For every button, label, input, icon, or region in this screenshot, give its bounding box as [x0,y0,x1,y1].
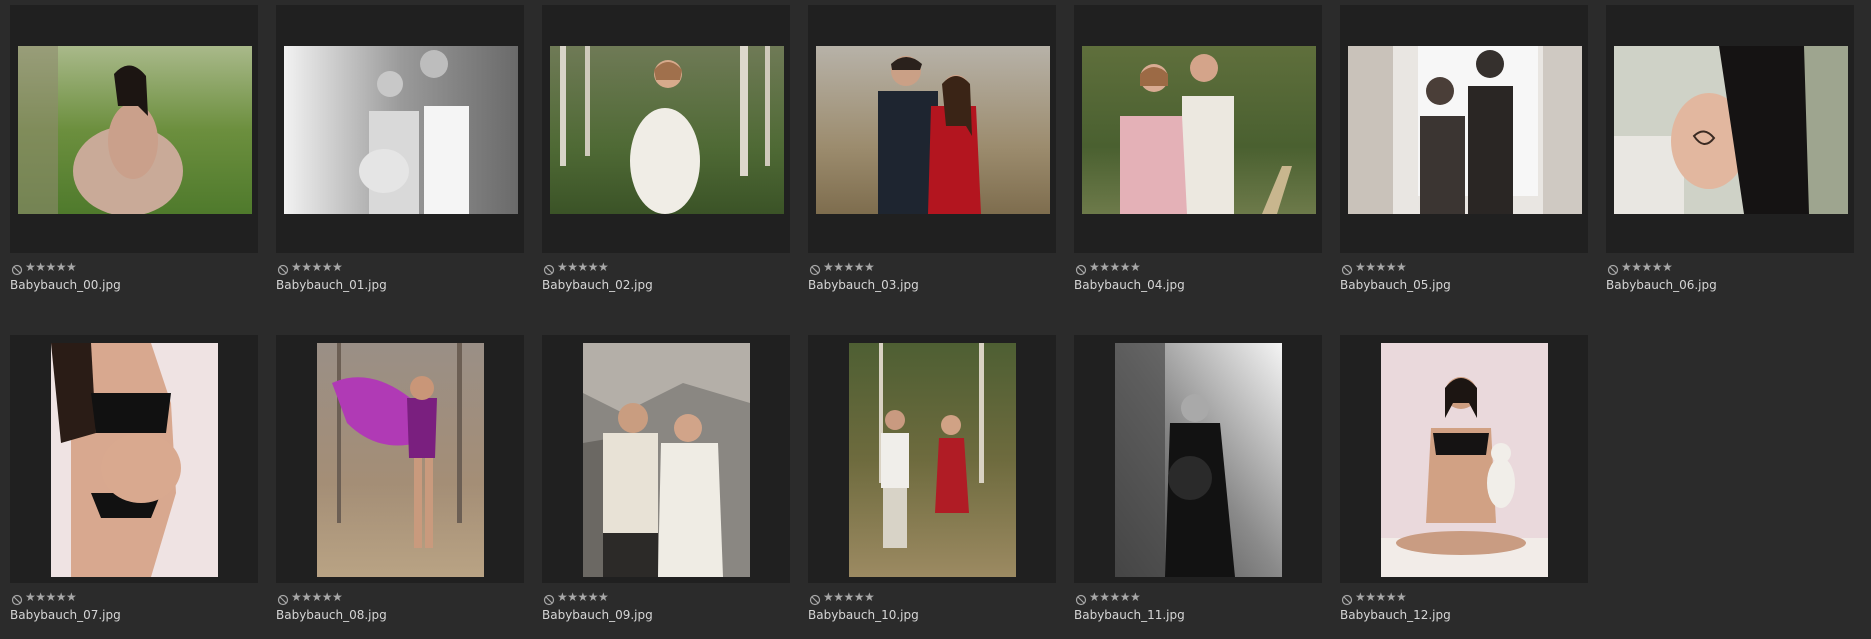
filename-label: Babybauch_09.jpg [542,608,653,622]
thumbnail-item[interactable]: ★★★★★ Babybauch_02.jpg [541,5,807,293]
photo-thumbnail[interactable] [1348,46,1582,214]
photo-thumbnail[interactable] [317,343,484,577]
reject-icon[interactable] [809,261,821,276]
photo-thumbnail[interactable] [51,343,218,577]
thumbnail-item[interactable]: ★★★★★ Babybauch_12.jpg [1339,335,1605,623]
photo-thumbnail[interactable] [284,46,518,214]
filename-label: Babybauch_08.jpg [276,608,387,622]
thumbnail-item[interactable]: ★★★★★ Babybauch_09.jpg [541,335,807,623]
rating-row: ★★★★★ [275,589,541,606]
rating-row: ★★★★★ [1339,259,1605,276]
star-rating[interactable]: ★★★★★ [557,261,609,273]
reject-icon[interactable] [11,591,23,606]
filename-label: Babybauch_07.jpg [10,608,121,622]
filename-label: Babybauch_11.jpg [1074,608,1185,622]
filename-label: Babybauch_01.jpg [276,278,387,292]
photo-thumbnail[interactable] [1115,343,1282,577]
star-rating[interactable]: ★★★★★ [25,261,77,273]
thumbnail-item[interactable]: ★★★★★ Babybauch_00.jpg [9,5,275,293]
filename-label: Babybauch_12.jpg [1340,608,1451,622]
photo-thumbnail[interactable] [18,46,252,214]
photo-thumbnail[interactable] [1614,46,1848,214]
filename-label: Babybauch_05.jpg [1340,278,1451,292]
rating-row: ★★★★★ [541,259,807,276]
thumbnail-item[interactable]: ★★★★★ Babybauch_04.jpg [1073,5,1339,293]
reject-icon[interactable] [1075,591,1087,606]
thumbnail-frame[interactable] [808,5,1056,253]
star-rating[interactable]: ★★★★★ [1089,261,1141,273]
thumbnail-frame[interactable] [1340,5,1588,253]
photo-thumbnail[interactable] [583,343,750,577]
thumbnail-item[interactable]: ★★★★★ Babybauch_10.jpg [807,335,1073,623]
thumbnail-item[interactable]: ★★★★★ Babybauch_08.jpg [275,335,541,623]
rating-row: ★★★★★ [807,589,1073,606]
reject-icon[interactable] [277,591,289,606]
filename-label: Babybauch_06.jpg [1606,278,1717,292]
thumbnail-item[interactable]: ★★★★★ Babybauch_07.jpg [9,335,275,623]
reject-icon[interactable] [809,591,821,606]
rating-row: ★★★★★ [807,259,1073,276]
reject-icon[interactable] [543,591,555,606]
thumbnail-frame[interactable] [10,5,258,253]
reject-icon[interactable] [1341,261,1353,276]
star-rating[interactable]: ★★★★★ [1355,591,1407,603]
thumbnail-item[interactable]: ★★★★★ Babybauch_11.jpg [1073,335,1339,623]
thumbnail-frame[interactable] [1074,5,1322,253]
photo-thumbnail[interactable] [1082,46,1316,214]
filename-label: Babybauch_04.jpg [1074,278,1185,292]
rating-row: ★★★★★ [541,589,807,606]
thumbnail-item[interactable]: ★★★★★ Babybauch_05.jpg [1339,5,1605,293]
thumbnail-frame[interactable] [276,5,524,253]
rating-row: ★★★★★ [1073,589,1339,606]
rating-row: ★★★★★ [1073,259,1339,276]
rating-row: ★★★★★ [1339,589,1605,606]
thumbnail-item[interactable]: ★★★★★ Babybauch_06.jpg [1605,5,1871,293]
star-rating[interactable]: ★★★★★ [1621,261,1673,273]
reject-icon[interactable] [1341,591,1353,606]
star-rating[interactable]: ★★★★★ [291,261,343,273]
reject-icon[interactable] [11,261,23,276]
photo-thumbnail[interactable] [550,46,784,214]
thumbnail-item[interactable]: ★★★★★ Babybauch_03.jpg [807,5,1073,293]
thumbnail-frame[interactable] [542,335,790,583]
filename-label: Babybauch_10.jpg [808,608,919,622]
star-rating[interactable]: ★★★★★ [823,261,875,273]
thumbnail-frame[interactable] [1340,335,1588,583]
reject-icon[interactable] [543,261,555,276]
thumbnail-frame[interactable] [1074,335,1322,583]
star-rating[interactable]: ★★★★★ [25,591,77,603]
thumbnail-frame[interactable] [1606,5,1854,253]
thumbnail-grid: ★★★★★ Babybauch_00.jpg ★★★★★ Babybauch_0… [0,0,1871,639]
filename-label: Babybauch_03.jpg [808,278,919,292]
thumbnail-item[interactable]: ★★★★★ Babybauch_01.jpg [275,5,541,293]
reject-icon[interactable] [277,261,289,276]
filename-label: Babybauch_02.jpg [542,278,653,292]
photo-thumbnail[interactable] [816,46,1050,214]
thumbnail-frame[interactable] [542,5,790,253]
reject-icon[interactable] [1607,261,1619,276]
thumbnail-frame[interactable] [10,335,258,583]
filename-label: Babybauch_00.jpg [10,278,121,292]
star-rating[interactable]: ★★★★★ [291,591,343,603]
star-rating[interactable]: ★★★★★ [1355,261,1407,273]
reject-icon[interactable] [1075,261,1087,276]
star-rating[interactable]: ★★★★★ [557,591,609,603]
photo-thumbnail[interactable] [1381,343,1548,577]
photo-thumbnail[interactable] [849,343,1016,577]
thumbnail-frame[interactable] [276,335,524,583]
rating-row: ★★★★★ [9,259,275,276]
rating-row: ★★★★★ [275,259,541,276]
star-rating[interactable]: ★★★★★ [823,591,875,603]
rating-row: ★★★★★ [1605,259,1871,276]
rating-row: ★★★★★ [9,589,275,606]
thumbnail-frame[interactable] [808,335,1056,583]
star-rating[interactable]: ★★★★★ [1089,591,1141,603]
